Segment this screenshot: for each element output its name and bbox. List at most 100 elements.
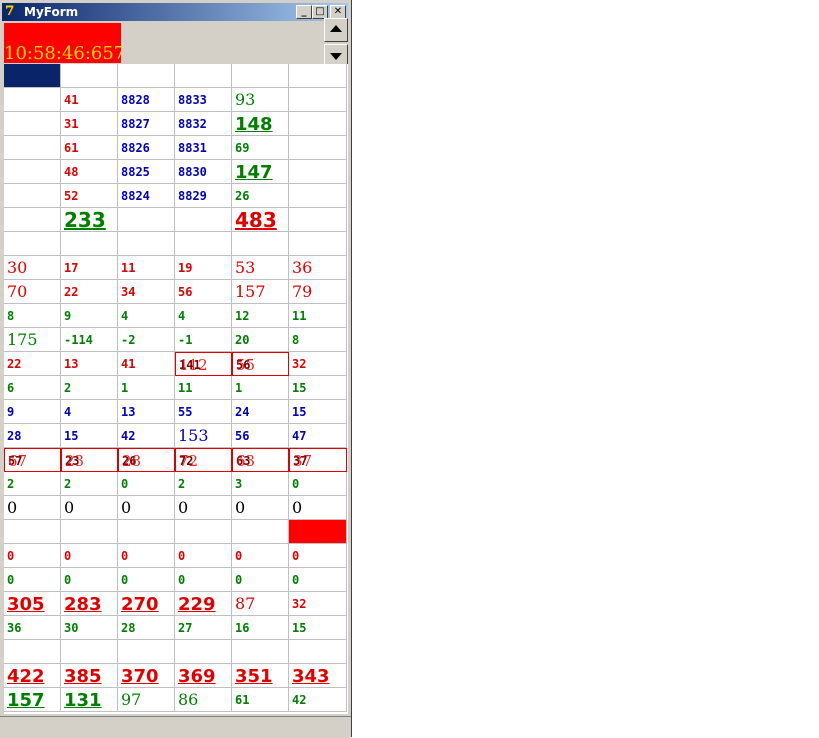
grid-cell[interactable]: 15 [289,616,347,640]
grid-header-cell[interactable] [232,64,289,88]
grid-cell[interactable]: 86 [175,688,232,712]
grid-cell[interactable]: 41 [118,352,175,376]
grid-cell[interactable]: 4 [61,400,118,424]
grid-cell[interactable]: 0 [232,496,289,520]
grid-cell[interactable] [118,520,175,544]
grid-cell[interactable]: 0 [175,544,232,568]
grid-cell[interactable]: 11 [175,376,232,400]
grid-cell[interactable]: 28 [4,424,61,448]
grid-cell[interactable] [4,520,61,544]
grid-cell[interactable]: -1 [175,328,232,352]
grid-cell[interactable]: 56 [175,280,232,304]
scroll-up-button[interactable] [324,18,348,42]
grid-cell[interactable]: 131 [61,688,118,712]
grid-cell[interactable]: 0 [289,472,347,496]
grid-cell[interactable] [4,88,61,112]
data-grid[interactable]: 41 8828 8833 93 31 8827 8832 148 61 8826 8831 69 48 8… [4,64,348,714]
grid-cell[interactable] [289,136,347,160]
grid-cell[interactable]: 79 [289,280,347,304]
grid-cell[interactable]: 0 [4,496,61,520]
grid-cell[interactable] [175,640,232,664]
grid-cell[interactable]: 157 [4,688,61,712]
grid-cell[interactable]: 0 [4,544,61,568]
grid-header-cell[interactable] [4,64,61,88]
grid-cell[interactable]: 153 [175,424,232,448]
grid-cell[interactable]: 22 [4,352,61,376]
grid-cell[interactable] [289,184,347,208]
grid-cell[interactable]: 2 [61,376,118,400]
grid-cell[interactable]: 270 [118,592,175,616]
grid-cell[interactable]: 283 [61,592,118,616]
grid-cell[interactable]: 422 [4,664,61,688]
grid-cell[interactable]: 8830 [175,160,232,184]
grid-cell[interactable]: 9 [61,304,118,328]
grid-cell[interactable] [175,520,232,544]
grid-cell[interactable]: 8833 [175,88,232,112]
grid-cell[interactable] [289,88,347,112]
grid-cell[interactable]: 0 [118,568,175,592]
grid-header-cell[interactable] [175,64,232,88]
grid-cell[interactable]: 24 [232,400,289,424]
grid-cell[interactable]: 9 [4,400,61,424]
grid-cell[interactable]: 0 [118,544,175,568]
grid-cell[interactable]: 26 [232,184,289,208]
grid-cell[interactable]: 61 [232,688,289,712]
grid-header-cell[interactable] [289,64,347,88]
grid-cell[interactable]: 15 [289,400,347,424]
grid-cell[interactable]: 12 [232,304,289,328]
grid-cell[interactable]: 2 [61,472,118,496]
grid-cell[interactable]: 23 23 [61,448,118,472]
grid-cell[interactable]: 0 [232,568,289,592]
grid-cell[interactable]: -2 [118,328,175,352]
grid-cell[interactable]: 8826 [118,136,175,160]
grid-cell[interactable]: 8 [289,328,347,352]
grid-cell[interactable] [4,208,61,232]
grid-cell[interactable] [118,640,175,664]
grid-cell[interactable]: 0 [118,472,175,496]
grid-cell[interactable]: 31 [61,112,118,136]
grid-cell[interactable]: 233 [61,208,118,232]
grid-cell[interactable] [4,136,61,160]
grid-header-cell[interactable] [61,64,118,88]
grid-cell[interactable]: 61 [61,136,118,160]
grid-cell[interactable]: 8 [4,304,61,328]
grid-cell[interactable]: 3 [232,472,289,496]
grid-cell[interactable]: 47 [289,424,347,448]
grid-cell[interactable] [4,112,61,136]
grid-cell[interactable]: 0 [118,496,175,520]
grid-cell[interactable] [4,640,61,664]
grid-cell[interactable]: 22 [61,280,118,304]
grid-cell[interactable]: 1 [118,376,175,400]
grid-cell[interactable] [61,640,118,664]
grid-cell[interactable] [4,184,61,208]
grid-cell[interactable]: 70 [4,280,61,304]
grid-cell[interactable]: 483 [232,208,289,232]
grid-cell[interactable]: 1 [232,376,289,400]
grid-cell[interactable] [289,160,347,184]
minimize-button[interactable]: _ [296,5,312,19]
grid-cell[interactable]: 26 28 [118,448,175,472]
grid-cell[interactable]: 28 [118,616,175,640]
maximize-button[interactable]: □ [312,5,328,19]
grid-cell[interactable] [289,232,347,256]
grid-cell[interactable]: 175 [4,328,61,352]
grid-cell[interactable]: 57 67 [4,448,61,472]
grid-cell[interactable]: 72 72 [175,448,232,472]
grid-cell[interactable] [232,640,289,664]
grid-cell[interactable]: 8828 [118,88,175,112]
app-icon[interactable]: 7 [5,4,21,20]
grid-cell[interactable]: 17 [61,256,118,280]
grid-cell[interactable]: 0 [61,496,118,520]
grid-cell[interactable]: 4 [175,304,232,328]
grid-cell[interactable]: 8831 [175,136,232,160]
grid-cell[interactable]: 36 [4,616,61,640]
grid-cell[interactable]: 147 [232,160,289,184]
grid-cell[interactable] [4,232,61,256]
grid-cell[interactable]: 8829 [175,184,232,208]
grid-cell[interactable] [289,640,347,664]
grid-cell[interactable] [175,208,232,232]
grid-header-cell[interactable] [118,64,175,88]
grid-cell[interactable]: 0 [61,568,118,592]
grid-cell[interactable]: 8832 [175,112,232,136]
grid-cell[interactable]: 369 [175,664,232,688]
